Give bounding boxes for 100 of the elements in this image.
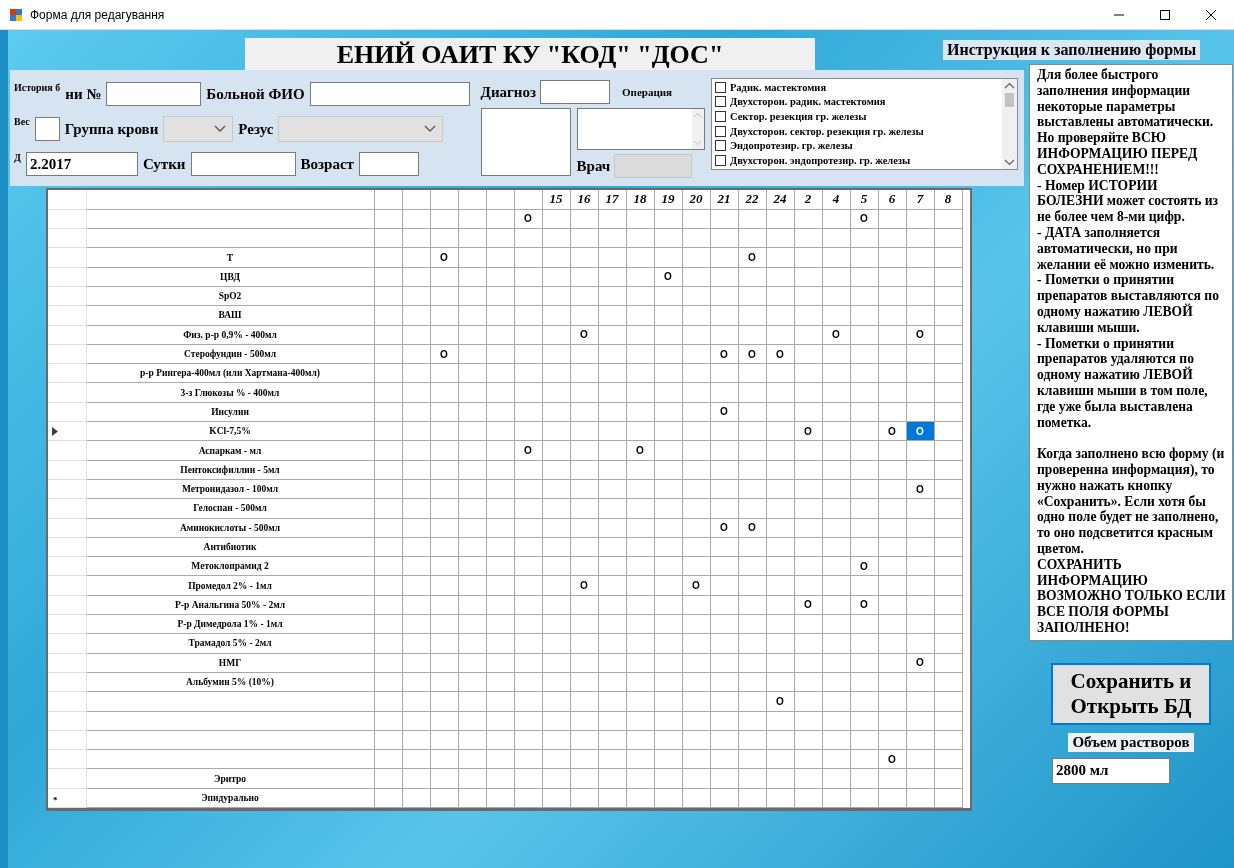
table-cell: Эритро [86,768,374,789]
table-cell[interactable]: O [514,440,542,461]
chevron-down-icon [424,125,437,133]
table-cell[interactable]: O [906,479,934,499]
checkbox-label[interactable]: Эндопротезир. гр. железы [729,140,853,152]
checkbox[interactable] [714,81,726,93]
checkbox[interactable] [714,111,726,122]
table-cell[interactable]: O [794,595,822,615]
column-header[interactable]: 8 [934,190,962,210]
diagnosis-text-area[interactable] [480,108,571,176]
table-cell: Стерофундин - 500мл [86,344,374,364]
table-cell[interactable]: O [738,344,766,364]
table-cell[interactable]: O [822,325,850,345]
table-cell[interactable]: O [430,247,458,268]
checkbox-label[interactable]: Двухсторон. радик. мастектомия [729,96,886,108]
column-header[interactable]: 7 [906,190,934,210]
age-field[interactable] [358,152,419,176]
diagnosis-field[interactable] [540,80,610,104]
checkbox-label[interactable]: Радик. мастектомия [729,81,827,93]
table-cell[interactable]: O [682,575,710,596]
table-cell: Т [86,247,374,268]
table-cell[interactable]: O [570,325,598,345]
table-cell[interactable]: O [850,209,878,229]
column-header[interactable]: 6 [878,190,906,210]
checkbox[interactable] [714,154,726,166]
weight-field[interactable] [34,117,60,141]
checkbox[interactable] [714,96,726,108]
table-cell[interactable]: O [626,440,654,461]
days-field[interactable] [190,152,296,176]
table-cell[interactable]: O [850,556,878,576]
volume-label: Объем растворов [1068,732,1194,752]
column-header[interactable]: 22 [738,190,766,210]
table-cell[interactable]: O [738,518,766,538]
table-cell: Р-р Димедрола 1% - 1мл [86,614,374,634]
column-header[interactable]: 20 [682,190,710,210]
checkbox-label[interactable]: Сектор. резекция гр. железы [729,111,867,122]
table-cell[interactable]: O [766,691,794,711]
field-label: Возраст [300,155,354,173]
table-cell[interactable]: O [710,402,738,422]
table-cell: ЦВД [86,267,374,287]
column-header[interactable]: 19 [654,190,682,210]
column-header[interactable]: 18 [626,190,654,210]
table-cell[interactable]: O [738,247,766,268]
table-cell: Метоклопрамид 2 [86,556,374,576]
field-label: Больной ФИО [206,85,305,103]
table-cell[interactable]: O [766,344,794,364]
table-cell[interactable]: O [906,325,934,345]
scroll-up-icon[interactable] [1004,82,1015,89]
row-header[interactable]: * [48,788,86,808]
table-cell[interactable]: O [514,209,542,229]
column-header[interactable]: 21 [710,190,738,210]
scrollbar[interactable] [1002,79,1017,169]
table-cell[interactable]: O [710,344,738,364]
column-header[interactable]: 5 [850,190,878,210]
table-cell: Антибиотик [86,537,374,557]
table-cell[interactable]: O [710,518,738,538]
volume-field[interactable]: 2800 мл [1052,757,1170,784]
instruction-text: Когда заполнено всю форму (и проверенна информация), то нужно нажать кнопку «Сохранить». Если хотя бы одно поле будет не заполнено, то оно подсветится красным цветом. [1037,446,1226,557]
table-cell: KCl-7,5% [86,421,374,441]
field-label: Врач [576,157,611,175]
scroll-thumb[interactable] [1005,93,1014,107]
column-header[interactable]: 4 [822,190,850,210]
instruction-text: - Пометки о принятии препаратов удаляются по одному нажатию ЛЕВОЙ клавиши мыши в том поле, где уже была выставлена пометка. [1037,335,1209,431]
row-header[interactable] [48,421,86,441]
form-heading: ЕНИЙ ОАИТ КУ "КОД" "ДОС" [245,38,815,70]
table-cell[interactable]: O [906,653,934,673]
table-cell: Эпидурально [86,788,374,808]
table-cell[interactable]: O [878,749,906,769]
history-number-field[interactable] [106,82,202,106]
column-header[interactable]: 2 [794,190,822,210]
instructions-heading: Инструкция к заполнению формы [943,40,1201,60]
table-cell: Гелоспан - 500мл [86,498,374,519]
checkbox[interactable] [714,140,726,152]
instruction-text: - ДАТА заполняется автоматически, но при желании её можно изменить. [1037,224,1216,273]
column-header[interactable]: 24 [766,190,794,210]
checkbox-label[interactable]: Двухсторон. сектор. резекция гр. железы [729,125,924,137]
field-label: Резус [238,120,274,138]
checkbox[interactable] [714,125,726,137]
table-cell: Аспаркам - мл [86,440,374,461]
table-cell[interactable]: O [570,575,598,596]
column-header[interactable]: 17 [598,190,626,210]
scroll-down-icon[interactable] [1004,159,1015,166]
column-header[interactable]: 16 [570,190,598,210]
table-cell[interactable]: O [430,344,458,364]
checkbox-label[interactable]: Двухсторон. эндопротезир. гр. железы [729,154,911,166]
field-label: История б [14,82,61,93]
table-cell[interactable]: O [850,595,878,615]
table-cell[interactable]: O [878,421,906,441]
column-header[interactable]: 15 [542,190,570,210]
save-button[interactable]: Сохранить и Открыть БД [1051,662,1211,725]
window-title: Форма для редагування [30,7,165,22]
table-cell[interactable]: O [654,267,682,287]
table-cell[interactable]: O [794,421,822,441]
table-cell: Инсулин [86,402,374,422]
table-cell: Аминокислоты - 500мл [86,518,374,538]
patient-name-field[interactable] [309,82,470,106]
date-field[interactable]: 2.2017 [25,152,138,176]
current-row-icon [52,426,58,436]
table-cell: р-р Рингера-400мл (или Хартмана-400мл) [86,363,374,383]
chevron-down-icon [214,125,227,133]
